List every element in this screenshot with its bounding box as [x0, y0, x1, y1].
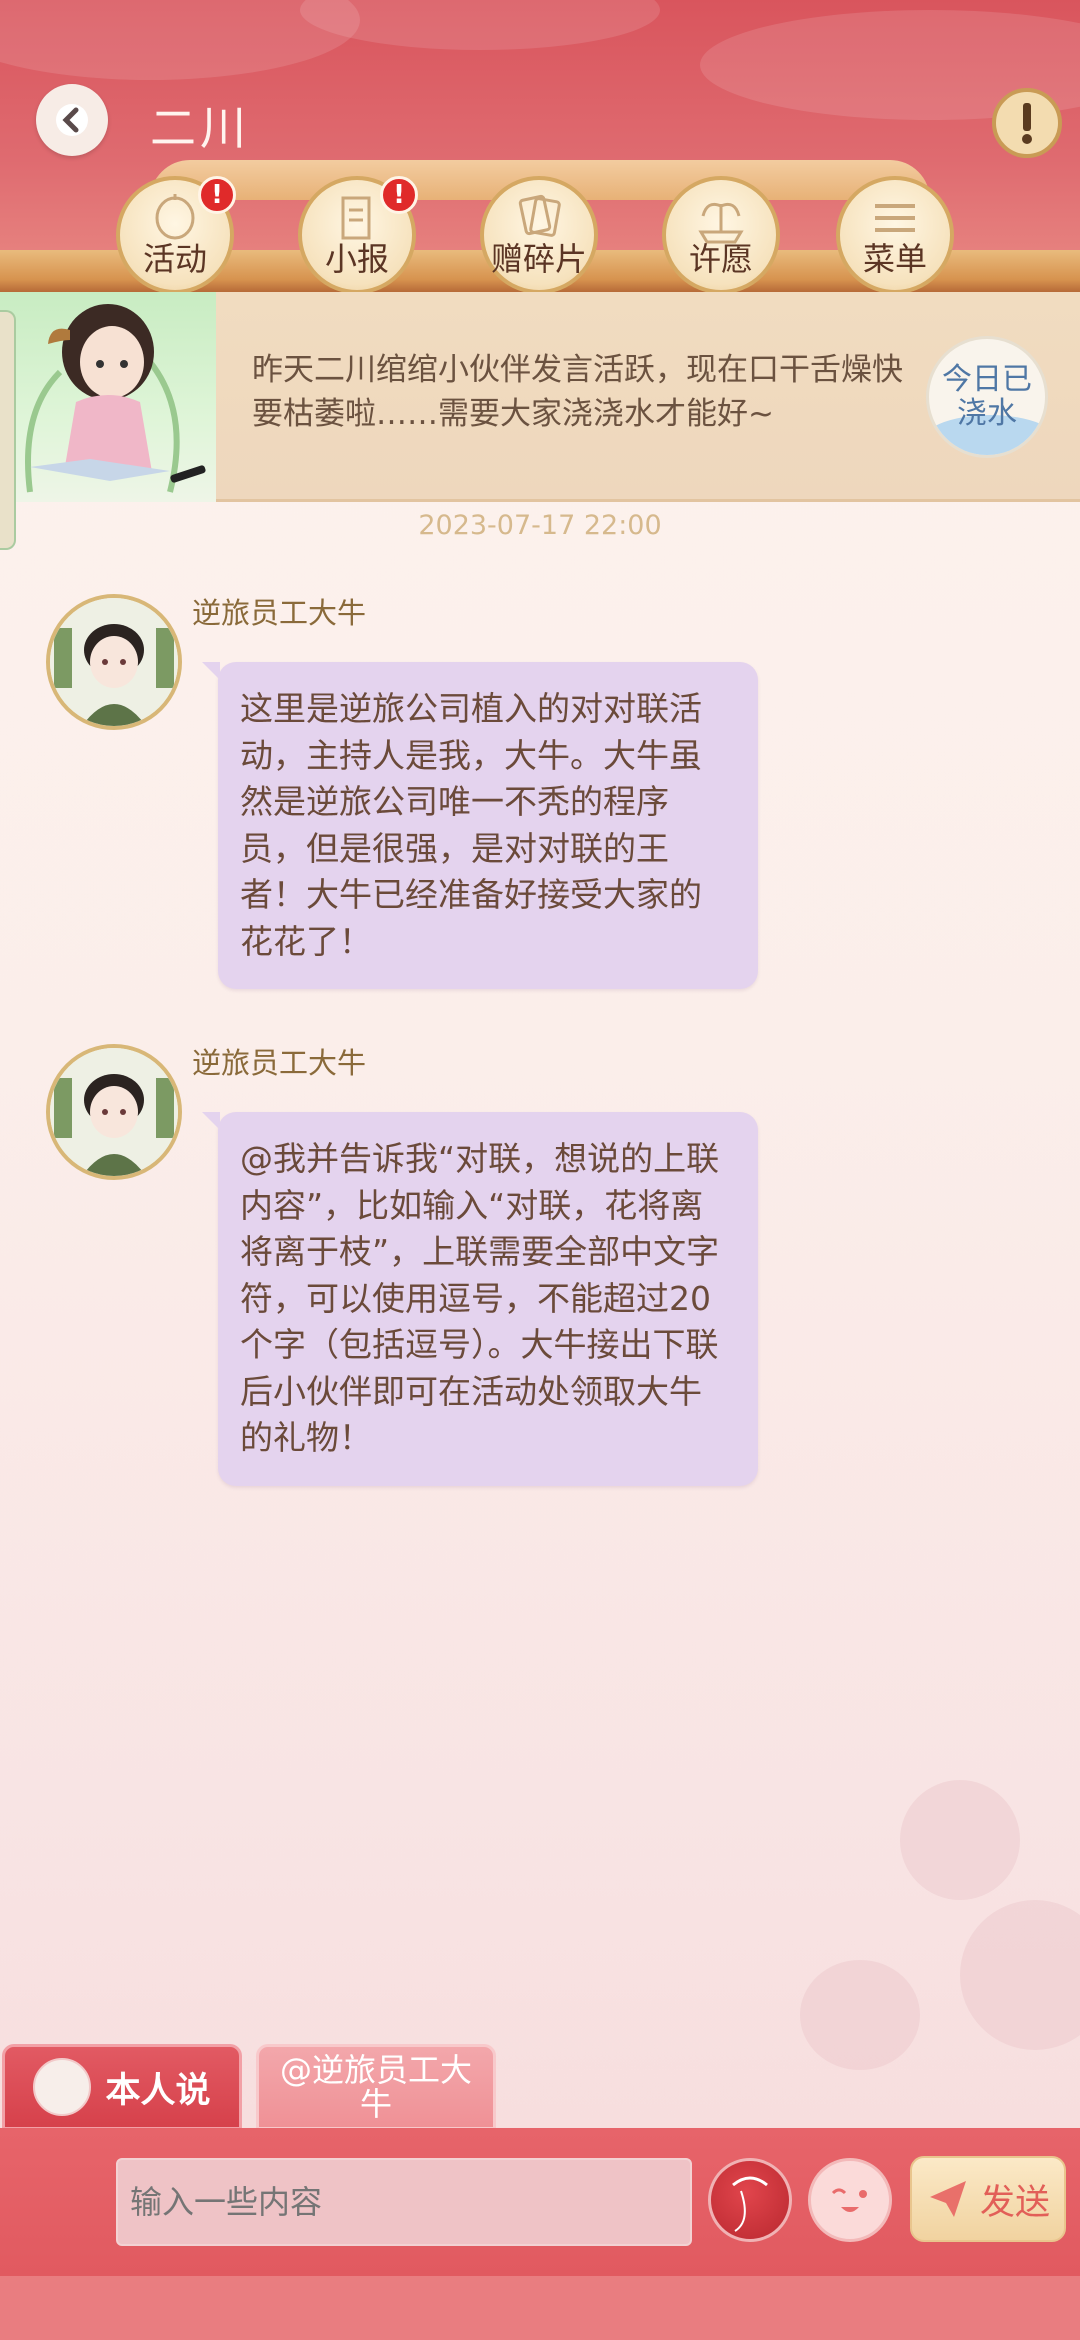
nav-newspaper-label: 小报: [324, 240, 389, 278]
banner-message: 昨天二川绾绾小伙伴发言活跃，现在口干舌燥快要枯萎啦……需要大家浇浇水才能好~: [252, 352, 903, 432]
message-timestamp: 2023-07-17 22:00: [418, 510, 662, 541]
back-button[interactable]: [36, 84, 108, 156]
flower-decoration: [800, 1960, 920, 2070]
smiley-icon: [831, 2188, 867, 2212]
nav-wish-button[interactable]: 许愿: [662, 176, 780, 292]
top-header: 二川 活动 ! 小报 ! 赠碎片 许愿 菜单: [0, 0, 1080, 292]
flower-decoration: [960, 1900, 1080, 2050]
paper-plane-icon: [929, 2181, 966, 2217]
speak-as-self-label: 本人说: [105, 2070, 211, 2111]
avatar[interactable]: [46, 594, 182, 730]
nav-bar: 活动 ! 小报 ! 赠碎片 许愿 菜单: [0, 150, 1080, 292]
nav-menu-button[interactable]: 菜单: [836, 176, 954, 292]
water-button[interactable]: 今日已浇水: [926, 336, 1048, 458]
lucky-bag-icon: [732, 2176, 768, 2232]
alert-badge: !: [380, 176, 418, 214]
sender-name: 逆旅员工大牛: [192, 596, 367, 630]
nav-activity-label: 活动: [142, 240, 207, 278]
cloud-decoration: [300, 0, 660, 50]
message-bubble: 这里是逆旅公司植入的对对联活动，主持人是我，大牛。大牛虽然是逆旅公司唯一不秃的程…: [202, 662, 758, 989]
water-button-label: 今日已浇水: [942, 362, 1032, 431]
nav-activity-button[interactable]: 活动 !: [116, 176, 236, 292]
send-label: 发送: [979, 2182, 1050, 2223]
message-input[interactable]: [116, 2158, 692, 2246]
mention-host-tab[interactable]: @逆旅员工大牛: [256, 2044, 496, 2130]
emoji-button[interactable]: [808, 2158, 892, 2242]
lucky-bag-button[interactable]: [708, 2158, 792, 2242]
send-button[interactable]: 发送: [910, 2156, 1066, 2242]
exclamation-icon: [1022, 103, 1032, 144]
sender-name: 逆旅员工大牛: [192, 1046, 367, 1080]
alert-badge: !: [198, 176, 236, 214]
self-avatar: [33, 2058, 92, 2116]
back-flower-icon: [56, 104, 88, 136]
mention-host-label: @逆旅员工大牛: [279, 2051, 472, 2123]
watering-banner: 昨天二川绾绾小伙伴发言活跃，现在口干舌燥快要枯萎啦……需要大家浇浇水才能好~ 今…: [0, 292, 1080, 550]
bottom-strip: [0, 2276, 1080, 2340]
speak-as-self-tab[interactable]: 本人说: [2, 2044, 242, 2130]
nav-gift-fragment-button[interactable]: 赠碎片: [480, 176, 598, 292]
avatar[interactable]: [46, 1044, 182, 1180]
nav-wish-label: 许愿: [688, 240, 753, 278]
nav-gift-fragment-label: 赠碎片: [490, 240, 587, 278]
input-bar: 发送: [0, 2128, 1080, 2276]
nav-menu-label: 菜单: [862, 240, 927, 278]
room-title: 二川: [150, 101, 250, 155]
notice-button[interactable]: [992, 88, 1062, 158]
flower-decoration: [900, 1780, 1020, 1900]
banner-character-illustration: [0, 292, 216, 502]
nav-newspaper-button[interactable]: 小报 !: [298, 176, 418, 292]
message-bubble: @我并告诉我“对联，想说的上联内容”，比如输入“对联，花将离将离于枝”，上联需要…: [202, 1112, 758, 1486]
